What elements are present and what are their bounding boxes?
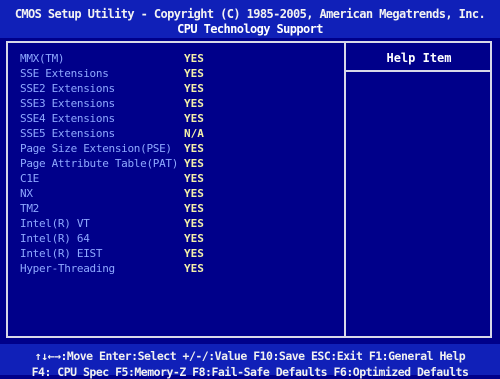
setting-value: YES	[184, 52, 204, 65]
setting-value: YES	[184, 142, 204, 155]
setting-row-hyper-threading[interactable]: Hyper-Threading YES	[18, 262, 338, 277]
help-item-title: Help Item	[386, 51, 452, 65]
setting-value: YES	[184, 232, 204, 245]
setting-label: Intel(R) EIST	[20, 247, 103, 260]
setting-label: Intel(R) VT	[20, 217, 90, 230]
setting-row-intel-64[interactable]: Intel(R) 64 YES	[18, 232, 338, 247]
setting-row-sse[interactable]: SSE Extensions YES	[18, 67, 338, 82]
setting-row-pat[interactable]: Page Attribute Table(PAT) YES	[18, 157, 338, 172]
setting-value: YES	[184, 82, 204, 95]
setting-value: YES	[184, 157, 204, 170]
settings-list: MMX(TM) YES SSE Extensions YES SSE2 Exte…	[18, 52, 338, 277]
setting-row-pse[interactable]: Page Size Extension(PSE) YES	[18, 142, 338, 157]
setting-value: YES	[184, 97, 204, 110]
setting-value: YES	[184, 247, 204, 260]
setting-label: TM2	[20, 202, 39, 215]
setting-label: C1E	[20, 172, 39, 185]
setting-row-c1e[interactable]: C1E YES	[18, 172, 338, 187]
settings-frame: MMX(TM) YES SSE Extensions YES SSE2 Exte…	[6, 41, 492, 338]
setting-row-tm2[interactable]: TM2 YES	[18, 202, 338, 217]
help-divider	[346, 70, 492, 72]
setting-value: YES	[184, 202, 204, 215]
setting-value: YES	[184, 187, 204, 200]
setting-value: N/A	[184, 127, 204, 140]
setting-row-mmx[interactable]: MMX(TM) YES	[18, 52, 338, 67]
setting-row-intel-vt[interactable]: Intel(R) VT YES	[18, 217, 338, 232]
key-legend-line-1: ↑↓←→:Move Enter:Select +/-/:Value F10:Sa…	[34, 349, 466, 363]
key-legend-line-2: F4: CPU Spec F5:Memory-Z F8:Fail-Safe De…	[31, 365, 469, 379]
setting-label: NX	[20, 187, 33, 200]
setting-label: SSE2 Extensions	[20, 82, 115, 95]
setting-row-sse2[interactable]: SSE2 Extensions YES	[18, 82, 338, 97]
setting-row-sse4[interactable]: SSE4 Extensions YES	[18, 112, 338, 127]
setting-value: YES	[184, 172, 204, 185]
panel-divider	[344, 43, 346, 336]
setting-row-sse5[interactable]: SSE5 Extensions N/A	[18, 127, 338, 142]
setting-label: Intel(R) 64	[20, 232, 90, 245]
setting-label: SSE5 Extensions	[20, 127, 115, 140]
setting-value: YES	[184, 67, 204, 80]
title-bar: CMOS Setup Utility - Copyright (C) 1985-…	[0, 0, 500, 38]
setting-value: YES	[184, 262, 204, 275]
setting-label: SSE4 Extensions	[20, 112, 115, 125]
setting-row-intel-eist[interactable]: Intel(R) EIST YES	[18, 247, 338, 262]
setting-row-sse3[interactable]: SSE3 Extensions YES	[18, 97, 338, 112]
key-legend: ↑↓←→:Move Enter:Select +/-/:Value F10:Sa…	[0, 344, 500, 379]
setting-row-nx[interactable]: NX YES	[18, 187, 338, 202]
setting-label: Page Attribute Table(PAT)	[20, 157, 179, 170]
setting-label: SSE3 Extensions	[20, 97, 115, 110]
app-title: CMOS Setup Utility - Copyright (C) 1985-…	[14, 7, 486, 21]
setting-label: SSE Extensions	[20, 67, 109, 80]
setting-label: MMX(TM)	[20, 52, 65, 65]
setting-value: YES	[184, 217, 204, 230]
setting-label: Hyper-Threading	[20, 262, 115, 275]
page-title: CPU Technology Support	[177, 22, 323, 36]
setting-label: Page Size Extension(PSE)	[20, 142, 172, 155]
setting-value: YES	[184, 112, 204, 125]
